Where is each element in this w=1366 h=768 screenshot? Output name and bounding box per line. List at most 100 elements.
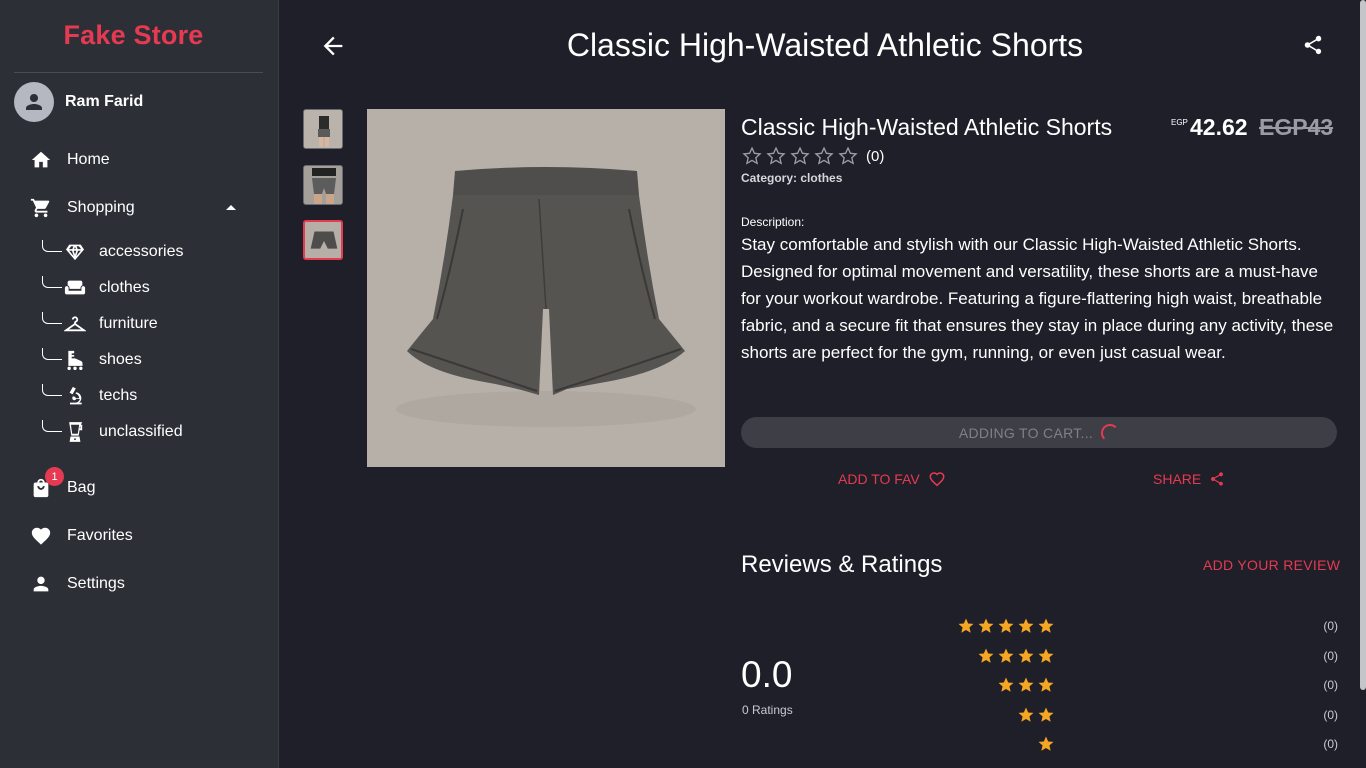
- nav-home[interactable]: Home: [30, 145, 110, 175]
- star-filled-icon: [976, 646, 996, 666]
- description-label: Description:: [741, 215, 805, 229]
- blender-icon: [64, 422, 86, 442]
- sofa-icon: [64, 278, 86, 298]
- star-filled-icon: [1036, 734, 1056, 754]
- rating-row-count: (0): [1323, 708, 1338, 722]
- nav-shopping-label: Shopping: [67, 199, 135, 216]
- diamond-icon: [64, 242, 86, 262]
- rating-row: (0): [900, 734, 1338, 754]
- category-unclassified[interactable]: unclassified: [42, 420, 183, 444]
- star-filled-icon: [1036, 616, 1056, 636]
- product-category: Category: clothes: [741, 171, 842, 185]
- add-to-cart-button[interactable]: ADDING TO CART...: [741, 417, 1337, 448]
- page-title: Classic High-Waisted Athletic Shorts: [566, 27, 1084, 63]
- nav-settings[interactable]: Settings: [30, 569, 125, 599]
- share-button[interactable]: [1299, 31, 1327, 59]
- nav-shopping[interactable]: Shopping: [30, 193, 135, 223]
- star-filled-icon: [956, 616, 976, 636]
- star-outline-icon[interactable]: [814, 146, 838, 166]
- rating-row-count: (0): [1323, 649, 1338, 663]
- star-filled-icon: [1036, 675, 1056, 695]
- add-review-button[interactable]: ADD YOUR REVIEW: [1203, 557, 1340, 573]
- rating-row-stars: [996, 675, 1056, 695]
- category-label: accessories: [99, 243, 184, 260]
- category-label: Category:: [741, 171, 798, 185]
- star-filled-icon: [1016, 675, 1036, 695]
- rating-row-stars: [1016, 705, 1056, 725]
- category-label: unclassified: [99, 423, 183, 440]
- star-filled-icon: [976, 616, 996, 636]
- rating-count: (0): [866, 147, 885, 165]
- arrow-left-icon: [323, 36, 343, 56]
- product-title: Classic High-Waisted Athletic Shorts: [741, 114, 1113, 140]
- category-accessories[interactable]: accessories: [42, 240, 183, 264]
- product-old-price: EGP43: [1259, 114, 1334, 140]
- price-currency: EGP: [1171, 118, 1188, 127]
- rating-row-stars: [1036, 734, 1056, 754]
- chevron-up-icon[interactable]: [226, 205, 236, 210]
- rating-row-stars: [976, 646, 1056, 666]
- add-to-fav-button[interactable]: ADD TO FAV: [838, 469, 946, 489]
- add-to-fav-label: ADD TO FAV: [838, 471, 920, 487]
- add-to-cart-label: ADDING TO CART...: [958, 424, 1094, 441]
- nav-favorites[interactable]: Favorites: [30, 521, 133, 551]
- product-image[interactable]: [367, 109, 725, 467]
- category-label: shoes: [99, 351, 142, 368]
- product-description: Stay comfortable and stylish with our Cl…: [741, 235, 1334, 362]
- star-outline-icon[interactable]: [766, 146, 790, 166]
- user-profile[interactable]: Ram Farid: [14, 82, 143, 122]
- category-shoes[interactable]: shoes: [42, 348, 142, 372]
- loading-spinner-icon: [1101, 423, 1120, 442]
- product-thumbnail-active[interactable]: [303, 220, 343, 260]
- brand-logo[interactable]: Fake Store: [0, 20, 267, 51]
- star-filled-icon: [996, 675, 1016, 695]
- star-filled-icon: [1036, 705, 1056, 725]
- category-label: techs: [99, 387, 138, 404]
- category-value[interactable]: clothes: [800, 171, 842, 185]
- bag-count-badge: 1: [45, 467, 64, 486]
- sidebar: Fake Store Ram Farid Home Shopping acces…: [0, 0, 279, 768]
- ratings-total: 0 Ratings: [742, 703, 793, 717]
- category-furniture[interactable]: furniture: [42, 312, 158, 336]
- share-product-button[interactable]: SHARE: [1153, 469, 1225, 489]
- product-thumbnail[interactable]: [303, 109, 343, 149]
- star-filled-icon: [1016, 705, 1036, 725]
- rating-row: (0): [900, 705, 1338, 725]
- category-techs[interactable]: techs: [42, 384, 137, 408]
- user-name: Ram Farid: [65, 93, 144, 110]
- heart-outline-icon: [928, 470, 946, 488]
- star-outline-icon[interactable]: [838, 146, 862, 166]
- category-clothes[interactable]: clothes: [42, 276, 150, 300]
- product-rating[interactable]: (0): [742, 146, 884, 166]
- share-icon: [1209, 471, 1225, 487]
- star-filled-icon: [1036, 646, 1056, 666]
- reviews-heading: Reviews & Ratings: [741, 551, 943, 578]
- avatar: [14, 82, 54, 122]
- share-icon: [1304, 35, 1322, 55]
- star-filled-icon: [996, 616, 1016, 636]
- nav-home-label: Home: [67, 151, 110, 168]
- rating-row: (0): [900, 616, 1338, 636]
- product-price: 42.62: [1190, 114, 1248, 140]
- rating-row-stars: [956, 616, 1056, 636]
- person-icon: [30, 572, 56, 596]
- rating-row-count: (0): [1323, 678, 1338, 692]
- divider: [14, 72, 263, 73]
- rating-row-count: (0): [1323, 619, 1338, 633]
- star-filled-icon: [1016, 646, 1036, 666]
- cart-icon: [30, 196, 56, 220]
- star-outline-icon[interactable]: [742, 146, 766, 166]
- nav-bag-label: Bag: [67, 479, 96, 496]
- category-label: clothes: [99, 279, 150, 296]
- average-rating: 0.0: [741, 654, 793, 695]
- home-icon: [30, 148, 56, 172]
- category-label: furniture: [99, 315, 158, 332]
- person-icon: [26, 94, 42, 110]
- product-thumbnail[interactable]: [303, 165, 343, 205]
- star-outline-icon[interactable]: [790, 146, 814, 166]
- star-filled-icon: [1016, 616, 1036, 636]
- nav-settings-label: Settings: [67, 575, 125, 592]
- roller-skate-icon: [64, 350, 86, 370]
- back-button[interactable]: [318, 31, 348, 61]
- scrollbar[interactable]: [1360, 0, 1366, 690]
